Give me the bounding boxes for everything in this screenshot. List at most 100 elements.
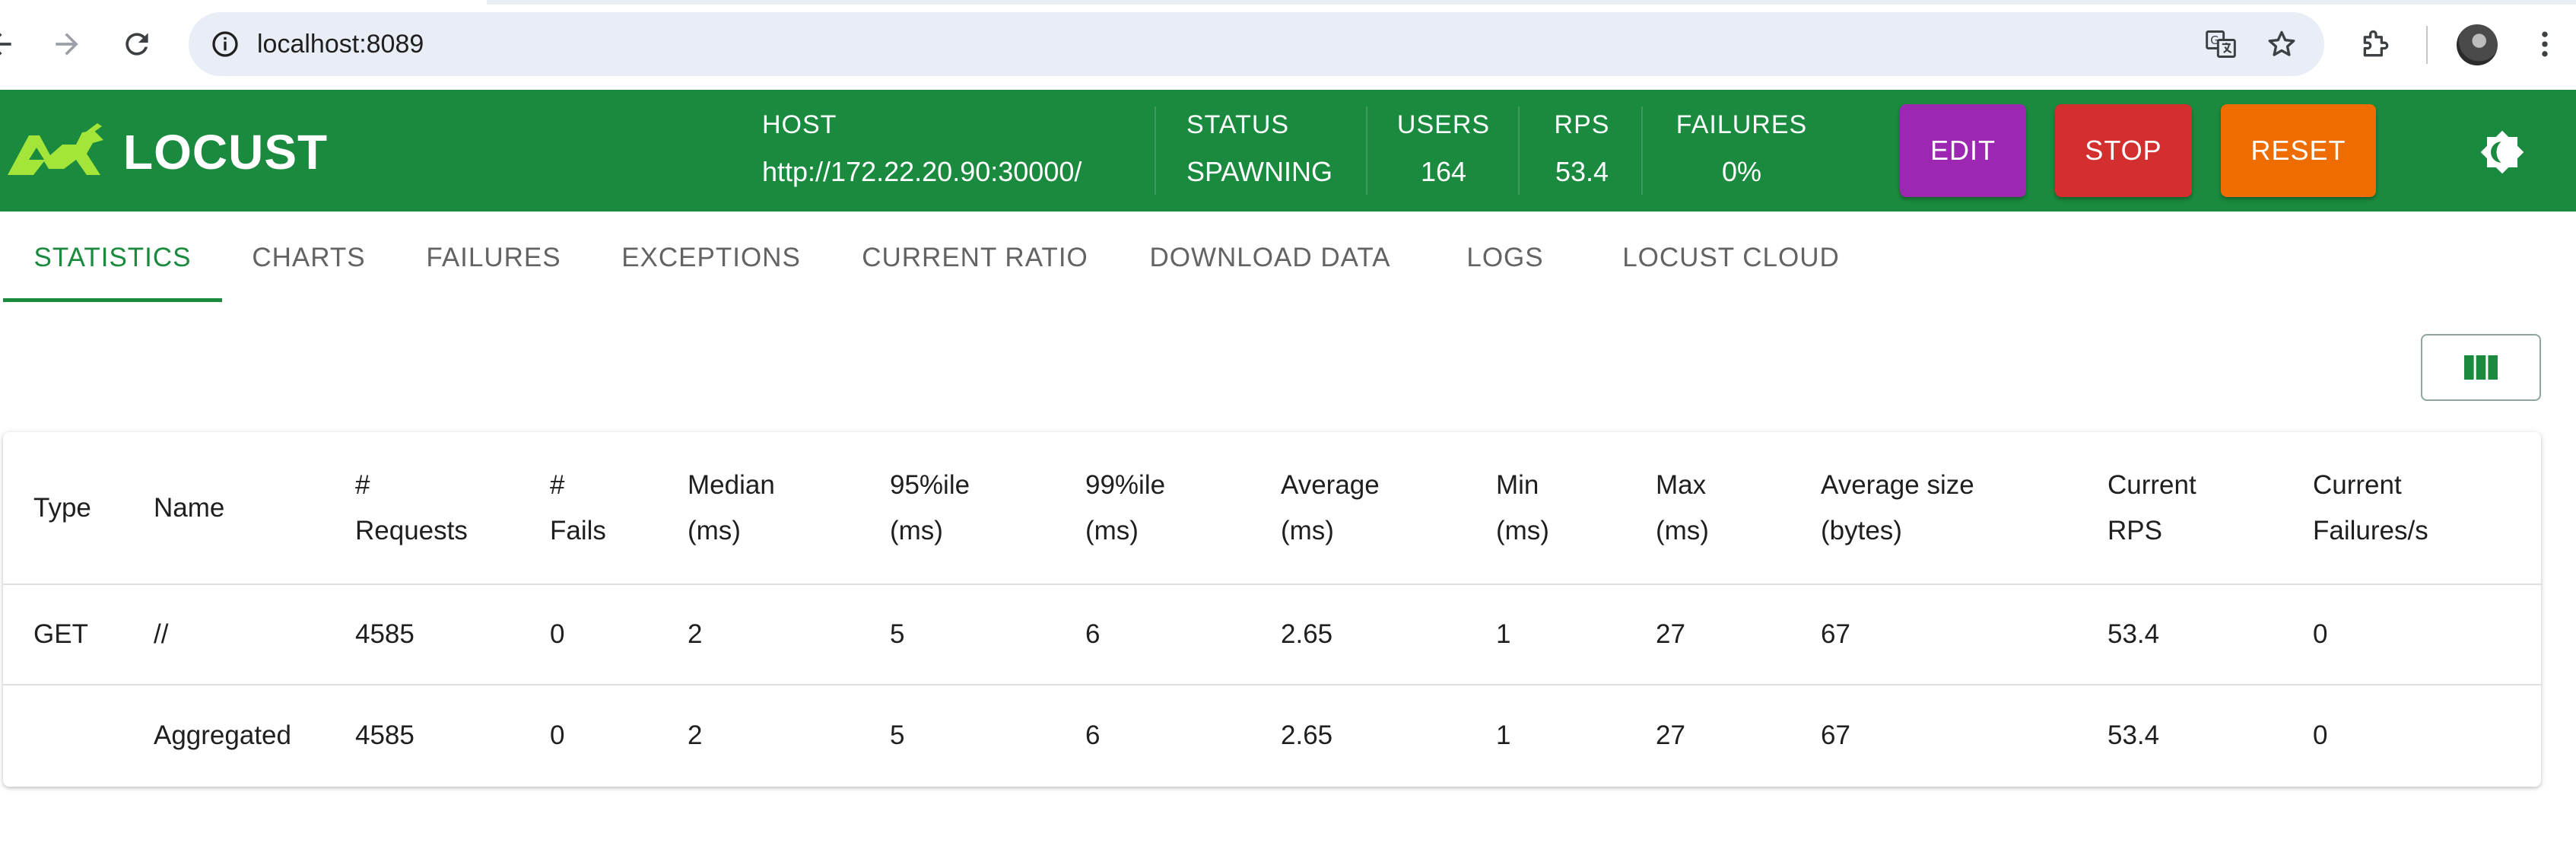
status-stat: STATUS SPAWNING bbox=[1186, 110, 1332, 193]
cell-avg-size: 67 bbox=[1821, 584, 2107, 685]
column-header-name[interactable]: Name bbox=[154, 432, 355, 585]
tab-download-data[interactable]: DOWNLOAD DATA bbox=[1120, 212, 1421, 304]
locust-logo-icon bbox=[8, 123, 103, 175]
column-header-text: Min bbox=[1496, 469, 1539, 500]
cell-current-failures: 0 bbox=[2313, 720, 2328, 750]
cell-requests: 4585 bbox=[355, 720, 415, 750]
brightness-icon bbox=[2480, 130, 2524, 174]
columns-button[interactable] bbox=[2421, 334, 2541, 401]
back-button[interactable] bbox=[0, 14, 30, 75]
rps-stat: RPS 53.4 bbox=[1548, 110, 1615, 193]
stat-divider bbox=[1155, 107, 1156, 195]
reload-button[interactable] bbox=[106, 14, 167, 75]
column-header-text: 95%ile bbox=[890, 469, 970, 500]
column-header-text: 99%ile bbox=[1085, 469, 1166, 500]
host-value: http://172.22.20.90:30000/ bbox=[762, 156, 1082, 187]
cell-avg-size: 67 bbox=[1821, 720, 1850, 750]
tab-bar: STATISTICS CHARTS FAILURES EXCEPTIONS CU… bbox=[0, 212, 2576, 304]
statistics-table-card: Type Name # Requests # Fails Median (ms) 95%ile (… bbox=[3, 432, 2541, 787]
column-header-text: (ms) bbox=[1085, 515, 1139, 545]
statistics-table: Type Name # Requests # Fails Median (ms) 95%ile (… bbox=[3, 432, 2541, 785]
users-value: 164 bbox=[1420, 156, 1467, 187]
active-tab-indicator bbox=[3, 298, 222, 302]
column-header-text: Failures/s bbox=[2313, 515, 2428, 545]
rps-value: 53.4 bbox=[1555, 156, 1609, 187]
cell-min: 1 bbox=[1496, 584, 1656, 685]
column-header-text: Average size bbox=[1821, 469, 1974, 500]
cell-p99: 6 bbox=[1085, 720, 1101, 750]
bookmark-button[interactable] bbox=[2259, 21, 2304, 67]
browser-menu-button[interactable] bbox=[2514, 14, 2575, 75]
column-header-text: Name bbox=[154, 492, 225, 523]
stop-button[interactable]: STOP bbox=[2055, 104, 2192, 197]
cell-current-rps: 53.4 bbox=[2107, 584, 2313, 685]
column-header-min[interactable]: Min (ms) bbox=[1496, 432, 1656, 585]
arrow-right-icon bbox=[56, 33, 78, 56]
url-text[interactable]: localhost:8089 bbox=[257, 27, 424, 61]
tab-locust-cloud[interactable]: LOCUST CLOUD bbox=[1590, 212, 1872, 304]
locust-logo[interactable]: LOCUST bbox=[3, 122, 328, 183]
view-column-icon bbox=[2464, 355, 2498, 380]
column-header-avg-size[interactable]: Average size (bytes) bbox=[1821, 432, 2107, 585]
column-header-text: Current bbox=[2313, 469, 2402, 500]
table-row: GET//4585 0 2 5 6 2.65 1 27 67 53.4 0 bbox=[3, 584, 2541, 685]
tab-logs[interactable]: LOGS bbox=[1421, 212, 1590, 304]
tab-failures[interactable]: FAILURES bbox=[395, 212, 592, 304]
puzzle-icon bbox=[2363, 30, 2389, 57]
failures-stat: FAILURES 0% bbox=[1673, 110, 1810, 193]
cell-max: 27 bbox=[1656, 584, 1821, 685]
cell-current-failures: 0 bbox=[2313, 584, 2541, 685]
status-label: STATUS bbox=[1186, 110, 1290, 139]
profile-avatar[interactable] bbox=[2457, 24, 2498, 65]
tab-statistics[interactable]: STATISTICS bbox=[3, 212, 222, 304]
host-stat: HOST http://172.22.20.90:30000/ bbox=[762, 110, 1082, 193]
cell-fails: 0 bbox=[550, 720, 565, 750]
tab-exceptions[interactable]: EXCEPTIONS bbox=[592, 212, 831, 304]
column-header-median[interactable]: Median (ms) bbox=[688, 432, 890, 585]
column-header-current-failures[interactable]: Current Failures/s bbox=[2313, 432, 2541, 585]
theme-toggle-button[interactable] bbox=[2472, 122, 2533, 183]
failures-label: FAILURES bbox=[1676, 110, 1808, 139]
cell-max: 27 bbox=[1656, 720, 1685, 750]
column-header-text: # bbox=[355, 469, 370, 500]
cell-fails: 0 bbox=[550, 584, 688, 685]
column-header-text: Average bbox=[1281, 469, 1380, 500]
cell-p99: 6 bbox=[1085, 584, 1281, 685]
cell-type: GET bbox=[3, 584, 154, 685]
tab-current-ratio[interactable]: CURRENT RATIO bbox=[831, 212, 1120, 304]
edit-button[interactable]: EDIT bbox=[1900, 104, 2026, 197]
address-bar[interactable]: localhost:8089 G bbox=[189, 12, 2324, 76]
cell-median: 2 bbox=[688, 720, 703, 750]
column-header-text: Current bbox=[2107, 469, 2196, 500]
column-header-requests[interactable]: # Requests bbox=[355, 432, 550, 585]
column-header-p95[interactable]: 95%ile (ms) bbox=[890, 432, 1085, 585]
column-header-average[interactable]: Average (ms) bbox=[1281, 432, 1496, 585]
stat-divider bbox=[1641, 107, 1643, 195]
failures-value: 0% bbox=[1721, 156, 1762, 187]
tab-charts[interactable]: CHARTS bbox=[222, 212, 395, 304]
site-info-button[interactable] bbox=[202, 21, 248, 67]
column-header-current-rps[interactable]: Current RPS bbox=[2107, 432, 2313, 585]
column-header-type[interactable]: Type bbox=[3, 432, 154, 585]
column-header-max[interactable]: Max (ms) bbox=[1656, 432, 1821, 585]
extensions-button[interactable] bbox=[2346, 14, 2406, 75]
reset-button[interactable]: RESET bbox=[2221, 104, 2376, 197]
cell-requests: 4585 bbox=[355, 584, 550, 685]
column-header-fails[interactable]: # Fails bbox=[550, 432, 688, 585]
column-header-text: (ms) bbox=[1656, 515, 1709, 545]
column-header-text: Requests bbox=[355, 515, 468, 545]
translate-button[interactable]: G bbox=[2198, 21, 2244, 67]
column-header-text: (ms) bbox=[890, 515, 943, 545]
translate-icon: G bbox=[2206, 30, 2236, 58]
column-header-text: (ms) bbox=[1281, 515, 1334, 545]
column-header-p99[interactable]: 99%ile (ms) bbox=[1085, 432, 1281, 585]
cell-min: 1 bbox=[1496, 720, 1511, 750]
stat-divider bbox=[1518, 107, 1520, 195]
column-header-text: # bbox=[550, 469, 565, 500]
info-icon bbox=[212, 31, 238, 57]
forward-button[interactable] bbox=[37, 14, 97, 75]
users-label: USERS bbox=[1396, 110, 1491, 139]
column-header-text: Max bbox=[1656, 469, 1707, 500]
cell-type bbox=[3, 685, 154, 785]
table-header-row: Type Name # Requests # Fails Median (ms) 95%ile (… bbox=[3, 432, 2541, 585]
